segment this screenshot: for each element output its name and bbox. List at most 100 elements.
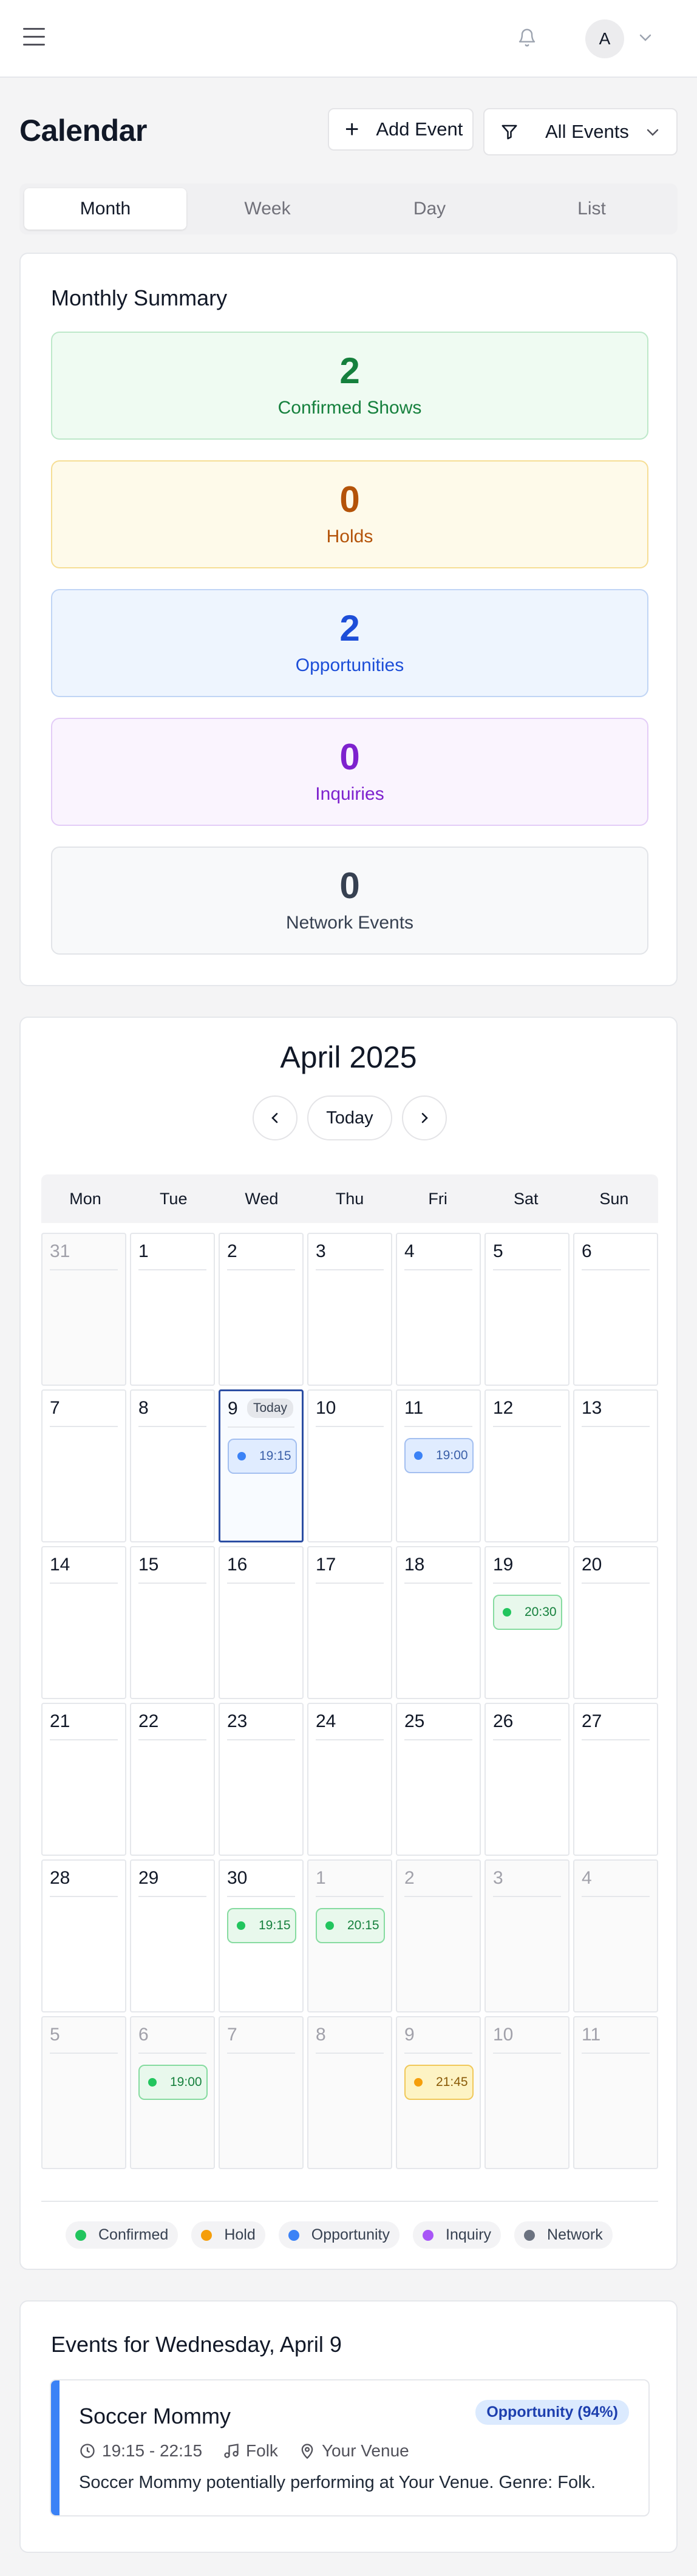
- divider: [582, 1739, 650, 1740]
- event-chip-time: 19:00: [170, 2075, 202, 2089]
- bell-icon[interactable]: [517, 27, 537, 49]
- avatar[interactable]: A: [585, 19, 624, 58]
- event-time: 19:15 - 22:15: [102, 2441, 203, 2460]
- divider: [227, 1739, 295, 1740]
- calendar-day[interactable]: 18: [396, 1546, 481, 1699]
- menu-icon[interactable]: [23, 28, 45, 47]
- calendar-day[interactable]: 4: [396, 1233, 481, 1386]
- calendar-day[interactable]: 5: [41, 2016, 126, 2169]
- divider: [316, 2053, 384, 2054]
- calendar-event-chip[interactable]: 19:15: [228, 1439, 297, 1474]
- calendar-day[interactable]: 3: [484, 1859, 570, 2012]
- divider: [316, 1269, 384, 1270]
- day-number: 13: [582, 1398, 602, 1418]
- event-genre: Folk: [246, 2441, 278, 2460]
- calendar-day[interactable]: 30 19:15: [219, 1859, 304, 2012]
- calendar-day[interactable]: 24: [307, 1703, 392, 1856]
- status-dot: [503, 1608, 511, 1617]
- legend-dot: [524, 2229, 536, 2241]
- tab-day[interactable]: Day: [348, 188, 511, 230]
- divider: [138, 2053, 206, 2054]
- calendar-event-chip[interactable]: 20:15: [316, 1908, 385, 1943]
- calendar-day[interactable]: 6: [573, 1233, 658, 1386]
- calendar-day[interactable]: 28: [41, 1859, 126, 2012]
- calendar-event-chip[interactable]: 19:15: [227, 1908, 296, 1943]
- calendar-day[interactable]: 14: [41, 1546, 126, 1699]
- day-number: 3: [493, 1868, 503, 1888]
- day-number: 10: [316, 1398, 336, 1418]
- calendar-day[interactable]: 25: [396, 1703, 481, 1856]
- divider: [138, 1583, 206, 1584]
- day-number: 22: [138, 1711, 159, 1731]
- divider: [138, 1269, 206, 1270]
- calendar-day[interactable]: 23: [219, 1703, 304, 1856]
- event-meta: 19:15 - 22:15 Folk Your Venue: [79, 2441, 430, 2461]
- calendar-event-chip[interactable]: 20:30: [493, 1595, 562, 1630]
- chevron-left-icon: [271, 1113, 278, 1123]
- calendar-day[interactable]: 1 20:15: [307, 1859, 392, 2012]
- weekday-header: Mon Tue Wed Thu Fri Sat Sun: [41, 1174, 658, 1223]
- divider: [228, 1426, 294, 1428]
- tab-month[interactable]: Month: [24, 188, 186, 230]
- calendar-day[interactable]: 16: [219, 1546, 304, 1699]
- next-month-button[interactable]: [402, 1095, 447, 1140]
- calendar-day[interactable]: 17: [307, 1546, 392, 1699]
- tab-list[interactable]: List: [511, 188, 673, 230]
- calendar-day[interactable]: 9 21:45: [396, 2016, 481, 2169]
- calendar-day[interactable]: 27: [573, 1703, 658, 1856]
- calendar-day[interactable]: 11 19:00: [396, 1389, 481, 1542]
- day-number: 9: [404, 2025, 415, 2045]
- calendar-day[interactable]: 22: [130, 1703, 215, 1856]
- calendar-day[interactable]: 8: [130, 1389, 215, 1542]
- filter-icon: [501, 124, 517, 140]
- calendar-day[interactable]: 10: [307, 1389, 392, 1542]
- calendar-day[interactable]: 12: [484, 1389, 570, 1542]
- divider: [404, 1426, 472, 1427]
- calendar-day[interactable]: 31: [41, 1233, 126, 1386]
- calendar-day[interactable]: 11: [573, 2016, 658, 2169]
- today-button[interactable]: Today: [307, 1095, 392, 1140]
- calendar-day[interactable]: 21: [41, 1703, 126, 1856]
- tab-week[interactable]: Week: [186, 188, 348, 230]
- calendar-day[interactable]: 19 20:30: [484, 1546, 570, 1699]
- calendar-day[interactable]: 29: [130, 1859, 215, 2012]
- divider: [493, 1739, 561, 1740]
- calendar-day[interactable]: 1: [130, 1233, 215, 1386]
- stat-label: Confirmed Shows: [277, 398, 422, 418]
- summary-title: Monthly Summary: [51, 285, 228, 310]
- calendar-event-chip[interactable]: 19:00: [404, 1438, 474, 1473]
- divider: [582, 1583, 650, 1584]
- add-event-button[interactable]: + Add Event: [328, 108, 474, 151]
- calendar-day[interactable]: 2: [219, 1233, 304, 1386]
- calendar-event-chip[interactable]: 21:45: [404, 2065, 474, 2100]
- status-dot: [414, 1451, 423, 1460]
- calendar-day[interactable]: 15: [130, 1546, 215, 1699]
- day-events-card: Events for Wednesday, April 9 Soccer Mom…: [19, 2300, 678, 2553]
- weekday-label: Sat: [514, 1189, 539, 1208]
- legend-label: Confirmed: [98, 2226, 169, 2243]
- month-title: April 2025: [280, 1040, 417, 1074]
- event-item[interactable]: Soccer Mommy Opportunity (94%) 19:15 - 2…: [50, 2379, 650, 2516]
- calendar-event-chip[interactable]: 19:00: [138, 2065, 208, 2100]
- calendar-day[interactable]: 26: [484, 1703, 570, 1856]
- calendar-day[interactable]: 20: [573, 1546, 658, 1699]
- event-accent-bar: [51, 2380, 59, 2515]
- monthly-summary-card: Monthly Summary 2 Confirmed Shows 0 Hold…: [19, 253, 678, 986]
- calendar-day[interactable]: 10: [484, 2016, 570, 2169]
- calendar-day[interactable]: 8: [307, 2016, 392, 2169]
- event-filter-select[interactable]: All Events: [483, 108, 678, 155]
- calendar-day[interactable]: 13: [573, 1389, 658, 1542]
- calendar-day[interactable]: 3: [307, 1233, 392, 1386]
- day-events-title: Events for Wednesday, April 9: [51, 2332, 342, 2357]
- calendar-day[interactable]: 6 19:00: [130, 2016, 215, 2169]
- calendar-day[interactable]: 4: [573, 1859, 658, 2012]
- calendar-day[interactable]: 5: [484, 1233, 570, 1386]
- legend-dot: [75, 2229, 86, 2241]
- music-icon: [224, 2444, 239, 2458]
- calendar-day[interactable]: 7: [219, 2016, 304, 2169]
- calendar-day[interactable]: 7: [41, 1389, 126, 1542]
- calendar-day-today[interactable]: 9 Today 19:15: [219, 1389, 304, 1542]
- chevron-down-icon[interactable]: [639, 33, 652, 43]
- previous-month-button[interactable]: [253, 1095, 298, 1140]
- calendar-day[interactable]: 2: [396, 1859, 481, 2012]
